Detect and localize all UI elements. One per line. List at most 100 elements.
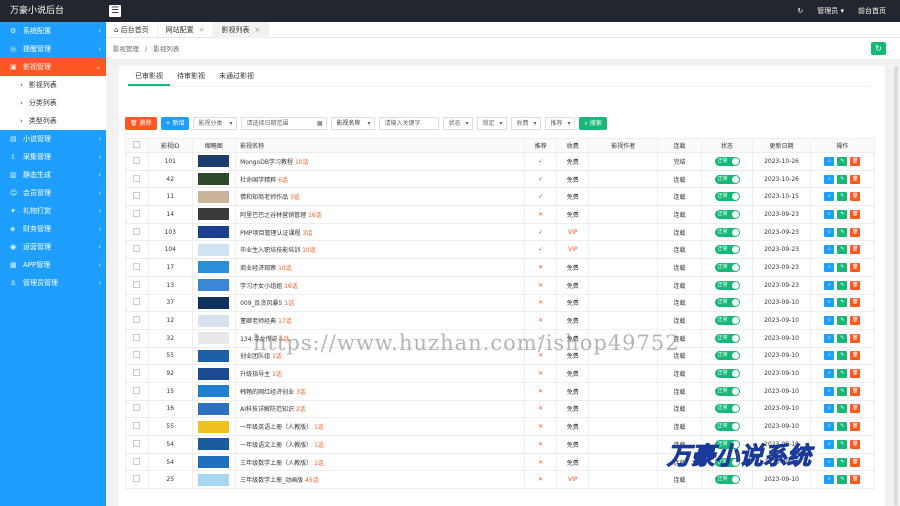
delete-icon[interactable]: 🗑 [850, 475, 861, 485]
edit-icon[interactable]: ✎ [837, 262, 848, 272]
cell-name[interactable]: MongoDB学习教程 [240, 159, 293, 166]
view-icon[interactable]: ⌕ [824, 386, 835, 396]
sidebar-item-6[interactable]: ☺ 会员管理 ‹ [0, 184, 106, 202]
delete-icon[interactable]: 🗑 [850, 422, 861, 432]
delete-icon[interactable]: 🗑 [850, 245, 861, 255]
edit-icon[interactable]: ✎ [837, 298, 848, 308]
view-icon[interactable]: ⌕ [824, 192, 835, 202]
cell-name[interactable]: 三年级数学上册（人教版） [240, 460, 312, 467]
cell-recommend[interactable]: ✓ [524, 187, 558, 207]
view-icon[interactable]: ⌕ [824, 174, 835, 184]
view-icon[interactable]: ⌕ [824, 209, 835, 219]
cell-recommend[interactable]: ✕ [524, 293, 558, 313]
row-checkbox[interactable] [133, 333, 141, 341]
table-row[interactable]: 12 董卿老师经典 17话 ✕ 免费 连载 正常 2023-09-10 ⌕ ✎ 🗑 [125, 311, 876, 330]
status-toggle[interactable]: 正常 [714, 404, 740, 414]
cell-recommend[interactable]: ✓ [524, 152, 558, 171]
cell-recommend[interactable]: ✕ [524, 205, 558, 224]
fee-select[interactable]: 收费 ▾ [511, 116, 542, 130]
table-row[interactable]: 15 韩畅的网红经济创业 3话 ✕ 免费 连载 正常 2023-09-10 ⌕ ✎ 🗑 [125, 381, 876, 401]
view-icon[interactable]: ⌕ [824, 439, 835, 449]
sidebar-item-7[interactable]: ✦ 礼物打赏 ‹ [0, 202, 106, 220]
sidebar-item-10[interactable]: ▦ APP管理 ‹ [0, 256, 106, 274]
delete-icon[interactable]: 🗑 [850, 351, 861, 361]
edit-icon[interactable]: ✎ [837, 475, 848, 485]
cell-name[interactable]: 升级指导主 [240, 371, 270, 378]
edit-icon[interactable]: ✎ [837, 422, 848, 432]
tab-approved[interactable]: 已审影视 [128, 66, 170, 86]
delete-icon[interactable]: 🗑 [850, 457, 861, 467]
sidebar-item-3[interactable]: ▤ 小说管理 ‹ [0, 130, 106, 148]
cell-name[interactable]: 董卿老师经典 [240, 318, 276, 325]
edit-icon[interactable]: ✎ [837, 280, 848, 290]
cell-recommend[interactable]: ✕ [524, 311, 558, 330]
view-icon[interactable]: ⌕ [824, 351, 835, 361]
row-checkbox[interactable] [133, 404, 141, 412]
view-icon[interactable]: ⌕ [824, 422, 835, 432]
cell-recommend[interactable]: ✓ [524, 169, 558, 189]
status-toggle[interactable]: 正常 [714, 333, 740, 343]
status-toggle[interactable]: 正常 [714, 262, 740, 272]
sidebar-item-9[interactable]: ◉ 运营管理 ‹ [0, 238, 106, 256]
table-row[interactable]: 37 009_反贪风暴5 1话 ✕ 免费 连载 正常 2023-09-10 ⌕ ✎ 🗑 [125, 293, 876, 313]
status-toggle[interactable]: 正常 [714, 386, 740, 396]
view-icon[interactable]: ⌕ [824, 280, 835, 290]
sidebar-subitem-0[interactable]: › 影视列表 [0, 76, 106, 94]
view-icon[interactable]: ⌕ [824, 262, 835, 272]
edit-icon[interactable]: ✎ [837, 209, 848, 219]
table-row[interactable]: 25 三年级数学上册_动画版 45话 ✕ VIP 连载 正常 2023-09-10 ⌕ ✎ 🗑 [125, 470, 876, 490]
cell-name[interactable]: 毕业生入职培技能培训 [240, 247, 300, 254]
cell-name[interactable]: 韩畅的网红经济创业 [240, 389, 294, 396]
delete-icon[interactable]: 🗑 [850, 280, 861, 290]
delete-icon[interactable]: 🗑 [850, 298, 861, 308]
cell-name[interactable]: 杜命国学精粹 [240, 177, 276, 184]
table-row[interactable]: 55 一年级英语上册（人教版） 1话 ✕ 免费 连载 正常 2023-09-10 ⌕ ✎ 🗑 [125, 417, 876, 436]
cell-name[interactable]: 一年级英语上册（人教版） [240, 424, 312, 431]
cell-recommend[interactable]: ✓ [524, 240, 558, 260]
cell-recommend[interactable]: ✕ [524, 435, 558, 454]
view-icon[interactable]: ⌕ [824, 404, 835, 414]
scrollbar[interactable] [894, 66, 898, 506]
tab-site-config[interactable]: 网站配置 × [158, 22, 214, 38]
edit-icon[interactable]: ✎ [837, 192, 848, 202]
delete-icon[interactable]: 🗑 [850, 439, 861, 449]
cell-name[interactable]: 阿里巴巴之谷林营销管理 [240, 212, 306, 219]
row-checkbox[interactable] [133, 156, 141, 164]
row-checkbox[interactable] [133, 439, 141, 447]
status-toggle[interactable]: 正常 [714, 351, 740, 361]
frontend-home-link[interactable]: 前台首页 [858, 0, 886, 22]
col-date[interactable]: 更新日期 [752, 138, 811, 153]
table-row[interactable]: 104 毕业生入职培技能培训 10话 ✓ VIP 连载 正常 2023-09-23 ⌕ ✎ 🗑 [125, 240, 876, 260]
tab-pending[interactable]: 待审影视 [170, 66, 212, 86]
delete-icon[interactable]: 🗑 [850, 262, 861, 272]
cell-name[interactable]: 三年级数学上册_动画版 [240, 477, 303, 484]
row-checkbox[interactable] [133, 351, 141, 359]
row-checkbox[interactable] [133, 227, 141, 235]
view-icon[interactable]: ⌕ [824, 245, 835, 255]
delete-icon[interactable]: 🗑 [850, 209, 861, 219]
table-row[interactable]: 42 杜命国学精粹 6话 ✓ 免费 连载 正常 2023-10-26 ⌕ ✎ 🗑 [125, 169, 876, 189]
sidebar-item-4[interactable]: ⇩ 采集管理 ‹ [0, 148, 106, 166]
view-icon[interactable]: ⌕ [824, 298, 835, 308]
category-select[interactable]: 影视分类 ▾ [193, 116, 238, 130]
status-toggle[interactable]: 正常 [714, 298, 740, 308]
table-row[interactable]: 103 PMP项目管理认证课程 3话 ✓ VIP 连载 正常 2023-09-23 ⌕ ✎ 🗑 [125, 222, 876, 242]
table-row[interactable]: 11 情和知商老师作品 3话 ✓ 免费 连载 正常 2023-10-15 ⌕ ✎ 🗑 [125, 187, 876, 207]
status-select[interactable]: 状态 ▾ [443, 116, 474, 130]
edit-icon[interactable]: ✎ [837, 404, 848, 414]
row-checkbox[interactable] [133, 245, 141, 253]
col-id[interactable]: 影视ID [147, 138, 193, 153]
table-row[interactable]: 92 升级指导主 1话 ✕ 免费 连载 正常 2023-09-10 ⌕ ✎ 🗑 [125, 364, 876, 383]
cell-recommend[interactable]: ✕ [524, 381, 558, 401]
lock-select[interactable]: 锁定 ▾ [477, 116, 508, 130]
close-icon[interactable]: × [199, 26, 205, 34]
cell-name[interactable]: 学习才女小组姐 [240, 283, 282, 290]
row-checkbox[interactable] [133, 280, 141, 288]
view-icon[interactable]: ⌕ [824, 227, 835, 237]
view-icon[interactable]: ⌕ [824, 316, 835, 326]
table-row[interactable]: 101 MongoDB学习教程 10话 ✓ 免费 完结 正常 2023-10-26 ⌕ ✎ 🗑 [125, 152, 876, 171]
table-row[interactable]: 17 商业经济观察 10话 ✕ 免费 连载 正常 2023-09-23 ⌕ ✎ 🗑 [125, 258, 876, 277]
table-row[interactable]: 16 AI科技详解防范知识 2话 ✕ 免费 连载 正常 2023-09-10 ⌕ ✎ 🗑 [125, 399, 876, 419]
status-toggle[interactable]: 正常 [714, 174, 740, 184]
status-toggle[interactable]: 正常 [714, 245, 740, 255]
